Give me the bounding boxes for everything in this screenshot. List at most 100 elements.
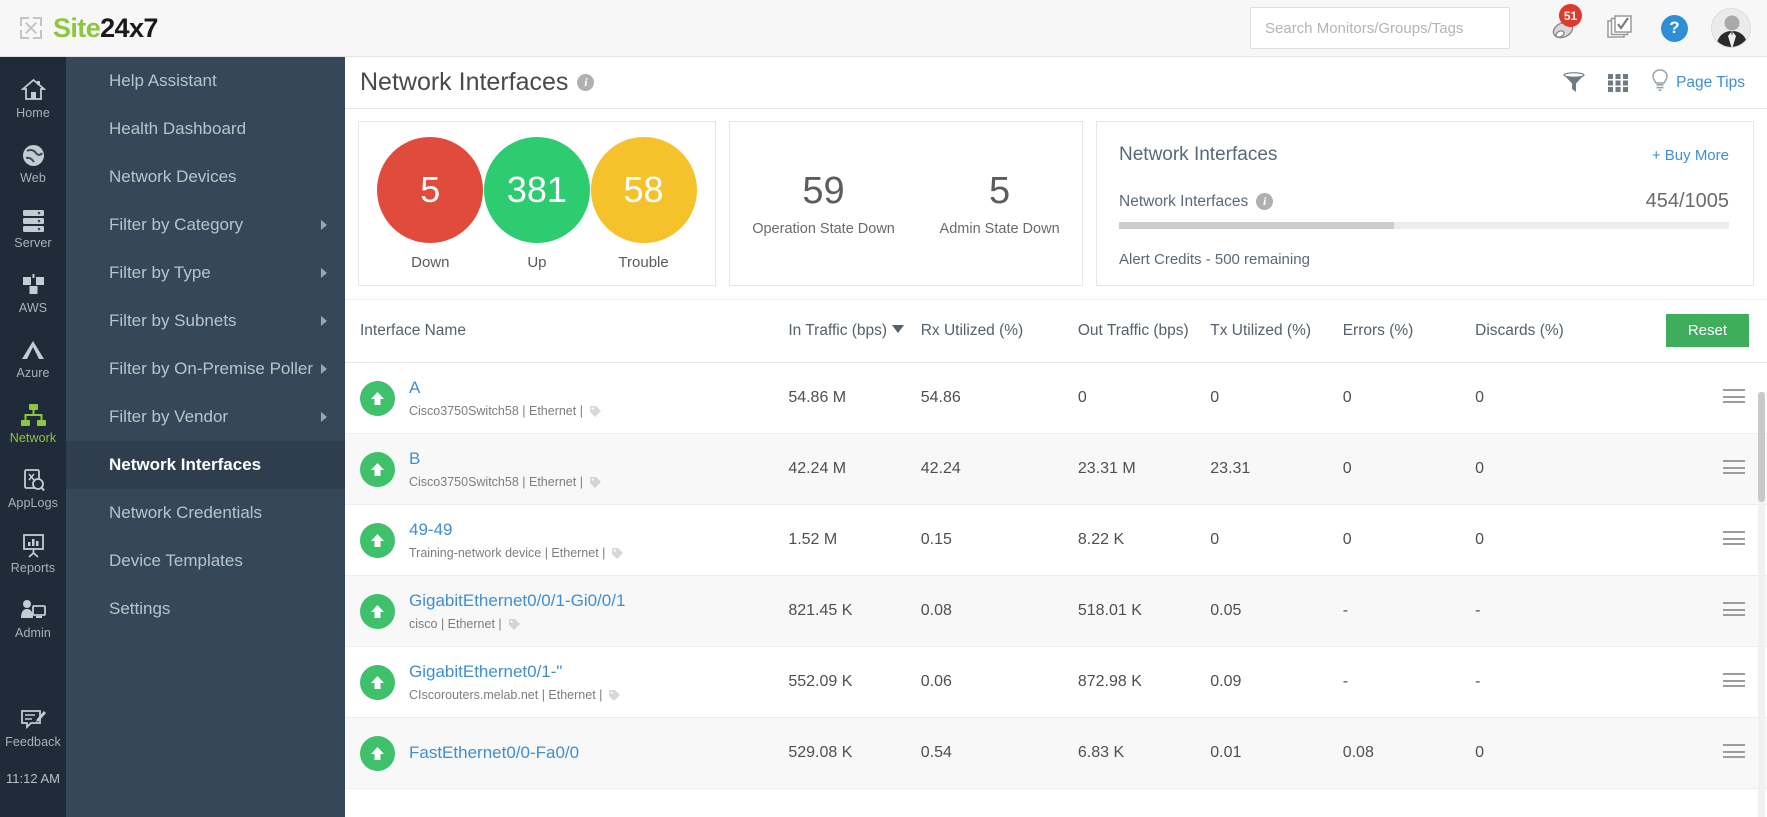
expand-icon[interactable]	[20, 17, 42, 39]
submenu-item-health-dashboard[interactable]: Health Dashboard	[66, 105, 345, 153]
server-icon	[20, 207, 47, 233]
col-tx-utilized[interactable]: Tx Utilized (%)	[1210, 300, 1343, 363]
tasks-button[interactable]	[1605, 14, 1635, 42]
filter-icon[interactable]	[1563, 71, 1585, 94]
page-tips-button[interactable]: Page Tips	[1651, 69, 1745, 96]
buy-more-link[interactable]: + Buy More	[1652, 147, 1729, 164]
submenu-item-filter-by-type[interactable]: Filter by Type	[66, 249, 345, 297]
rail-item-home[interactable]: Home	[0, 69, 66, 126]
status-donut-trouble[interactable]: 58 Trouble	[590, 136, 697, 271]
avatar[interactable]	[1711, 8, 1751, 48]
status-donut-up[interactable]: 381 Up	[483, 136, 590, 271]
reset-button[interactable]: Reset	[1665, 314, 1749, 347]
scrollbar-thumb[interactable]	[1758, 392, 1765, 502]
interface-subtitle: Training-network device | Ethernet |	[409, 546, 624, 560]
table-row[interactable]: B Cisco3750Switch58 | Ethernet | 42.24 M	[345, 433, 1767, 505]
license-card: Network Interfaces + Buy More Network In…	[1096, 121, 1754, 286]
submenu-item-filter-by-vendor[interactable]: Filter by Vendor	[66, 393, 345, 441]
submenu-item-network-devices[interactable]: Network Devices	[66, 153, 345, 201]
row-menu-icon[interactable]	[1723, 459, 1745, 474]
rail-item-admin[interactable]: Admin	[0, 589, 66, 646]
cell-in-traffic: 529.08 K	[788, 744, 853, 761]
cell-rx-utilized: 54.86	[920, 389, 961, 406]
tag-icon[interactable]	[589, 476, 602, 489]
avatar-icon	[1712, 9, 1750, 47]
interface-name-link[interactable]: GigabitEthernet0/1-"	[409, 662, 562, 681]
rail-item-azure[interactable]: Azure	[0, 329, 66, 386]
state-count: 5	[989, 170, 1011, 212]
row-menu-icon[interactable]	[1723, 388, 1745, 403]
status-donut-down[interactable]: 5 Down	[377, 136, 484, 271]
row-menu-icon[interactable]	[1723, 530, 1745, 545]
admin-state-down[interactable]: 5 Admin State Down	[940, 170, 1060, 237]
submenu-item-help-assistant[interactable]: Help Assistant	[66, 57, 345, 105]
submenu-label: Filter by Vendor	[109, 407, 229, 426]
status-up-icon	[360, 451, 395, 487]
table-row[interactable]: 49-49 Training-network device | Ethernet…	[345, 505, 1767, 576]
operation-state-down[interactable]: 59 Operation State Down	[752, 170, 895, 237]
rail-label: Reports	[10, 561, 56, 575]
rail-item-applogs[interactable]: AppLogs	[0, 459, 66, 516]
rail-item-aws[interactable]: AWS	[0, 264, 66, 321]
chevron-right-icon	[321, 316, 327, 326]
table-row[interactable]: GigabitEthernet0/0/1-Gi0/0/1 cisco | Eth…	[345, 575, 1767, 647]
rail-item-network[interactable]: Network	[0, 394, 66, 451]
col-errors[interactable]: Errors (%)	[1342, 300, 1476, 363]
table-scrollbar[interactable]	[1758, 392, 1765, 817]
help-button[interactable]: ?	[1661, 14, 1688, 42]
interface-name-link[interactable]: FastEthernet0/0-Fa0/0	[409, 743, 579, 762]
search-box[interactable]	[1250, 7, 1510, 49]
status-label: Trouble	[618, 253, 669, 271]
submenu-item-filter-by-category[interactable]: Filter by Category	[66, 201, 345, 249]
tag-icon[interactable]	[611, 547, 624, 560]
rail-item-server[interactable]: Server	[0, 199, 66, 256]
interfaces-table-wrap: Interface Name In Traffic (bps) Rx Utili…	[345, 299, 1767, 789]
state-label: Operation State Down	[752, 221, 895, 237]
tag-icon[interactable]	[508, 618, 521, 631]
col-discards[interactable]: Discards (%)	[1475, 300, 1633, 363]
top-bar: Site24x7 51 ?	[0, 0, 1767, 57]
grid-icon[interactable]	[1607, 72, 1629, 94]
interface-name-link[interactable]: B	[409, 449, 420, 468]
alerts-bell-button[interactable]: 51	[1549, 4, 1582, 42]
cell-rx-utilized: 0.08	[920, 602, 952, 619]
submenu-item-settings[interactable]: Settings	[66, 585, 345, 633]
col-out-traffic[interactable]: Out Traffic (bps)	[1077, 300, 1211, 363]
submenu-item-filter-by-on-premise-poller[interactable]: Filter by On-Premise Poller	[66, 345, 345, 393]
status-up-icon	[360, 593, 395, 629]
submenu-item-device-templates[interactable]: Device Templates	[66, 537, 345, 585]
submenu-label: Settings	[109, 599, 171, 618]
col-interface-name[interactable]: Interface Name	[345, 300, 789, 363]
applogs-icon	[21, 467, 46, 493]
tag-icon[interactable]	[608, 689, 621, 702]
table-row[interactable]: FastEthernet0/0-Fa0/0 529.08 K 0.54 6.83…	[345, 717, 1767, 789]
table-row[interactable]: GigabitEthernet0/1-" CIscorouters.melab.…	[345, 647, 1767, 718]
submenu-label: Device Templates	[109, 551, 243, 570]
interface-name-link[interactable]: GigabitEthernet0/0/1-Gi0/0/1	[409, 591, 625, 610]
row-menu-icon[interactable]	[1723, 743, 1745, 758]
row-menu-icon[interactable]	[1723, 601, 1745, 616]
submenu-item-network-credentials[interactable]: Network Credentials	[66, 489, 345, 537]
interface-name-link[interactable]: 49-49	[409, 520, 452, 539]
search-input[interactable]	[1265, 19, 1495, 37]
submenu-item-filter-by-subnets[interactable]: Filter by Subnets	[66, 297, 345, 345]
interface-subtitle-text: Cisco3750Switch58 | Ethernet |	[409, 404, 583, 418]
rail-item-feedback[interactable]: Feedback	[0, 698, 66, 755]
rail-label: Web	[20, 171, 46, 185]
rail-item-reports[interactable]: Reports	[0, 524, 66, 581]
app-logo[interactable]: Site24x7	[20, 13, 158, 44]
submenu-item-network-interfaces[interactable]: Network Interfaces	[66, 441, 345, 489]
row-menu-icon[interactable]	[1723, 672, 1745, 687]
interface-name-link[interactable]: A	[409, 378, 420, 397]
info-icon[interactable]: i	[1256, 193, 1274, 210]
cell-discards: -	[1475, 602, 1481, 619]
rail-label: AppLogs	[7, 496, 59, 510]
rail-item-web[interactable]: Web	[0, 134, 66, 191]
interface-subtitle-text: cisco | Ethernet |	[409, 617, 502, 631]
tag-icon[interactable]	[589, 405, 602, 418]
info-icon[interactable]: i	[577, 74, 595, 91]
col-rx-utilized[interactable]: Rx Utilized (%)	[920, 300, 1078, 363]
table-row[interactable]: A Cisco3750Switch58 | Ethernet | 54.86 M	[345, 363, 1767, 434]
col-in-traffic[interactable]: In Traffic (bps)	[788, 300, 921, 363]
interface-subtitle: Cisco3750Switch58 | Ethernet |	[409, 404, 602, 418]
